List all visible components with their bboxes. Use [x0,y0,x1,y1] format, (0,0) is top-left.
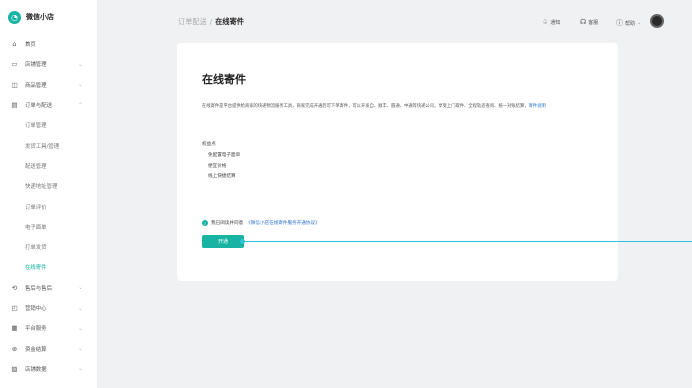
marketing-icon: ◰ [11,304,18,312]
home-icon: ⌂ [12,40,17,49]
sidebar-item[interactable]: ⊛ 资金结算 ⌄ [0,338,97,358]
brand-name: 微信小店 [26,13,54,21]
benefits-heading: 权益点 [202,142,216,147]
benefit-item: 免配置电子面单 [208,153,241,158]
sidebar-item[interactable]: 快递地址管理 [0,176,97,196]
benefit-item: 便宜价格 [208,163,227,169]
sidebar-item[interactable]: 发货工具/管理 [0,135,97,155]
sidebar-item[interactable]: ◫ 商品管理 ⌄ [0,75,97,95]
sidebar-item-label: 营销中心 [25,306,47,312]
sidebar-item[interactable]: ◰ 营销中心 ⌄ [0,298,97,318]
agree-text: 我已阅读并同意 [211,221,244,226]
chevron-icon: ⌄ [77,60,83,68]
agree-checkbox[interactable]: ✓ [202,220,208,226]
agreement-link[interactable]: 《微信小店在线寄件服务开通协议》 [246,220,320,226]
bag-icon: ◫ [11,80,18,89]
annotation-line [244,241,692,242]
help-label: 帮助 [625,20,636,27]
sidebar-item-label: 快递地址管理 [25,184,58,191]
sidebar-item-label: 首页 [25,42,36,49]
online-shipping-card: 在线寄件 在线寄件是平台提供给商家的快递物流服务工具，商家完成开通后可下单寄件，… [177,43,618,281]
headset-icon: ☊ [580,18,587,26]
sidebar-item-label: 电子面单 [25,224,47,231]
sidebar: ◔ 微信小店 ⌂ 首页 ▭ 店铺管理 ⌄ ◫ 商品管理 ⌄ ▤ 订单与配送 ⌃ 订单管理发货工具/管理… [0,0,98,388]
chevron-icon: ⌄ [77,345,83,353]
sidebar-item-label: 店铺数据 [25,366,47,373]
sidebar-item-label: 发货工具/管理 [25,143,60,150]
customer-service-label: 客服 [588,19,599,26]
chevron-icon: ⌃ [77,101,83,109]
open-service-button[interactable]: 开通 [202,235,244,248]
order-icon: ▤ [11,101,18,110]
annotation-dot [240,239,245,244]
sidebar-item-label: 售后与售后 [25,285,52,292]
benefits-list: 免配置电子面单 便宜价格线上快捷结算 [208,152,240,184]
sidebar-item-label: 订单评价 [25,204,47,211]
notification-button[interactable]: ♤ 通知 [542,18,560,26]
sidebar-item-label: 商品管理 [25,82,47,89]
notification-label: 通知 [550,19,561,26]
sidebar-item-label: 配送管理 [25,163,47,170]
breadcrumb-parent[interactable]: 订单配送 [178,17,207,26]
sidebar-item[interactable]: ▨ 店铺数据 ⌄ [0,359,97,379]
sidebar-item[interactable]: ▦ 平台服务 ⌄ [0,318,97,338]
shipping-guide-link[interactable]: 寄件说明 [529,104,546,109]
wechat-store-logo-icon: ◔ [8,10,21,24]
benefit-item: 线上快捷结算 [208,174,236,179]
breadcrumb-separator: / [209,17,213,26]
chevron-icon: ⌄ [77,81,83,89]
page-description: 在线寄件是平台提供给商家的快递物流服务工具，商家完成开通后可下单寄件，可以开发自… [202,103,602,109]
chevron-down-icon: ⌄ [637,20,642,26]
sidebar-item[interactable]: 配送管理 [0,156,97,176]
chevron-icon: ⌄ [77,324,83,332]
help-icon: ⓘ [616,19,623,27]
sidebar-nav: ⌂ 首页 ▭ 店铺管理 ⌄ ◫ 商品管理 ⌄ ▤ 订单与配送 ⌃ 订单管理发货工具/管理 配送管理快递地… [0,34,97,379]
platform-icon: ▦ [11,324,18,333]
sidebar-item[interactable]: ⟲ 售后与售后 ⌄ [0,278,97,298]
sidebar-item-label: 资金结算 [25,346,47,353]
breadcrumb-current: 在线寄件 [215,17,244,26]
service-icon: ⟲ [11,283,18,292]
data-icon: ▨ [11,364,18,373]
brand[interactable]: ◔ 微信小店 [0,0,97,34]
sidebar-item[interactable]: 打单发货 [0,237,97,257]
sidebar-item[interactable]: 订单评价 [0,196,97,216]
chevron-icon: ⌄ [77,304,83,312]
finance-icon: ⊛ [11,344,18,353]
sidebar-item-label: 订单管理 [25,123,47,130]
sidebar-item[interactable]: ⌂ 首页 [0,34,97,54]
sidebar-item[interactable]: 订单管理 [0,115,97,135]
sidebar-item[interactable]: ▭ 店铺管理 ⌄ [0,54,97,74]
sidebar-item-label: 打单发货 [25,245,47,252]
top-bar: 订单配送 / 在线寄件 ♤ 通知 ☊ 客服 ⓘ 帮助 ⌄ [98,0,692,44]
avatar[interactable] [650,14,664,28]
chevron-icon: ⌄ [77,365,83,373]
help-button[interactable]: ⓘ 帮助 ⌄ [616,18,641,28]
chevron-icon: ⌄ [77,284,83,292]
description-text: 在线寄件是平台提供给商家的快递物流服务工具，商家完成开通后可下单寄件，可以开发自… [202,104,529,109]
sidebar-item[interactable]: 电子面单 [0,217,97,237]
sidebar-item-label: 在线寄件 [25,265,47,272]
sidebar-item-label: 订单与配送 [25,103,52,110]
sidebar-item[interactable]: ▤ 订单与配送 ⌃ [0,95,97,115]
bell-icon: ♤ [542,18,549,26]
sidebar-item-label: 平台服务 [25,326,47,333]
customer-service-button[interactable]: ☊ 客服 [580,18,598,26]
breadcrumb: 订单配送 / 在线寄件 [178,17,244,27]
agreement-row: ✓ 我已阅读并同意 《微信小店在线寄件服务开通协议》 [202,220,320,226]
sidebar-item[interactable]: 在线寄件 [0,257,97,277]
sidebar-item-label: 店铺管理 [25,62,47,69]
store-icon: ▭ [11,60,18,69]
page-title: 在线寄件 [202,73,246,86]
